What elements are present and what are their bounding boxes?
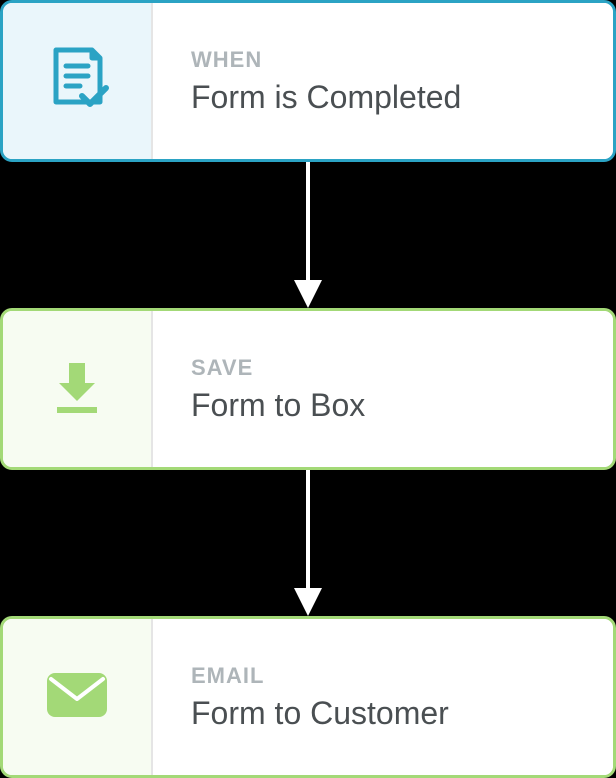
download-icon [47,357,107,422]
connector-arrow [0,470,616,616]
workflow-step-save: SAVE Form to Box [0,308,616,470]
workflow-step-email: EMAIL Form to Customer [0,616,616,778]
step-title: Form is Completed [191,79,613,116]
step-label: EMAIL [191,663,613,689]
step-content: WHEN Form is Completed [153,3,613,159]
step-icon-container [3,311,153,467]
step-content: EMAIL Form to Customer [153,619,613,775]
connector-arrow [0,162,616,308]
step-title: Form to Customer [191,695,613,732]
step-icon-container [3,3,153,159]
step-label: SAVE [191,355,613,381]
step-label: WHEN [191,47,613,73]
workflow-step-when: WHEN Form is Completed [0,0,616,162]
step-content: SAVE Form to Box [153,311,613,467]
step-icon-container [3,619,153,775]
email-icon [45,671,109,724]
step-title: Form to Box [191,387,613,424]
form-check-icon [42,44,112,119]
